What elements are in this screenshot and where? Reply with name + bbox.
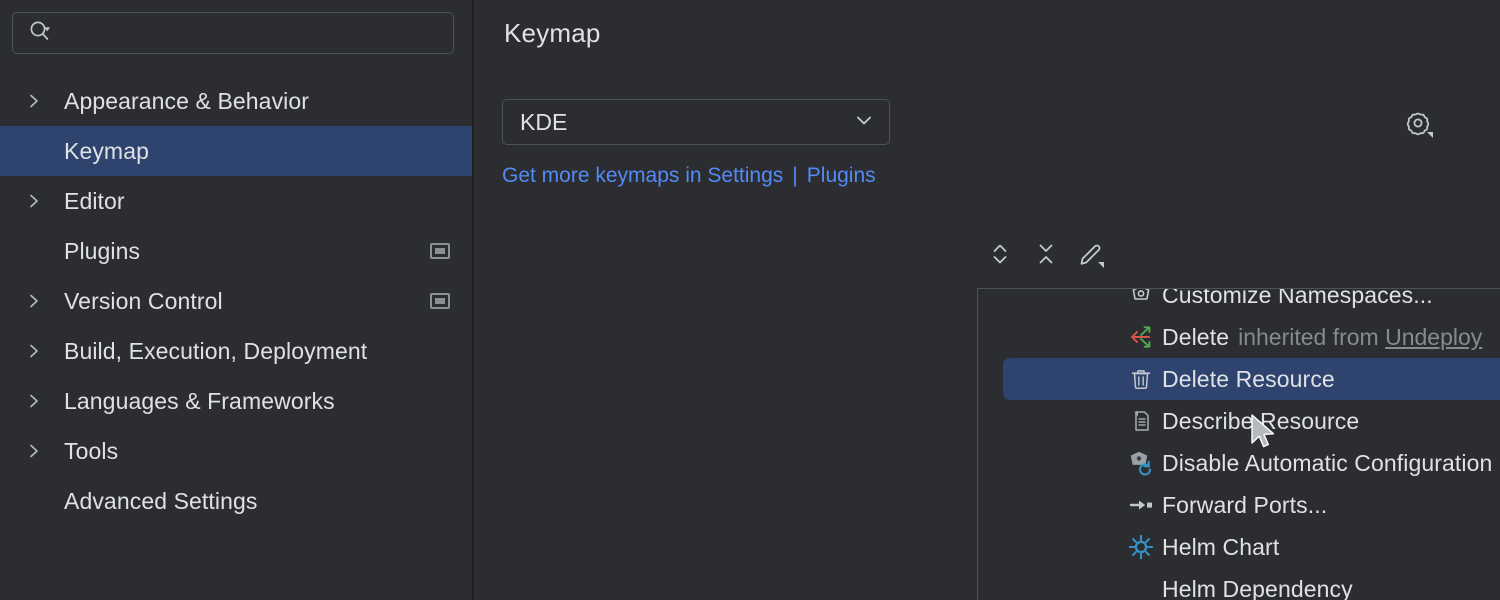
list-item[interactable]: Delete inherited from Undeploy [978, 316, 1500, 358]
undeploy-arrows-icon [1128, 324, 1154, 350]
sidebar-item-languages-frameworks[interactable]: Languages & Frameworks [0, 376, 472, 426]
collapse-all-icon [1032, 240, 1060, 273]
list-item-label: Delete [1162, 324, 1229, 351]
page-title: Keymap [504, 18, 601, 49]
pencil-icon [1077, 239, 1107, 274]
list-item[interactable]: Disable Automatic Configuration Reloadin… [978, 442, 1500, 484]
sidebar-item-label: Editor [64, 188, 125, 215]
keymap-actions-list[interactable]: Customize Namespaces... Delete [977, 288, 1500, 600]
chevron-down-icon[interactable] [853, 109, 875, 136]
sidebar-search-input[interactable] [63, 22, 433, 45]
sidebar-search-box[interactable] [12, 12, 454, 54]
link-separator: | [792, 164, 797, 188]
list-item-label: Disable Automatic Configuration Reloadin… [1162, 450, 1500, 477]
get-more-keymaps-link[interactable]: Get more keymaps in Settings [502, 164, 783, 188]
list-item[interactable]: Describe Resource [978, 400, 1500, 442]
sidebar-item-version-control[interactable]: Version Control [0, 276, 472, 326]
sidebar-item-plugins[interactable]: Plugins [0, 226, 472, 276]
sidebar-item-label: Build, Execution, Deployment [64, 338, 367, 365]
keymap-toolbar [977, 232, 1500, 280]
sidebar-item-label: Plugins [64, 238, 140, 265]
trash-icon [1128, 366, 1154, 392]
sidebar-item-label: Appearance & Behavior [64, 88, 309, 115]
list-item-label: Delete Resource [1162, 366, 1335, 393]
list-item-label: Helm Chart [1162, 534, 1279, 561]
list-scroll-content: Customize Namespaces... Delete [978, 288, 1500, 600]
panel-divider[interactable] [472, 0, 474, 600]
helm-chart-icon [1128, 534, 1154, 560]
plugins-link[interactable]: Plugins [807, 164, 876, 188]
list-item-inherited-note: inherited from Undeploy [1238, 324, 1482, 351]
inherited-prefix: inherited from [1238, 324, 1379, 350]
expand-collapse-icon [986, 240, 1014, 273]
sidebar-item-editor[interactable]: Editor [0, 176, 472, 226]
namespace-gear-icon [1128, 288, 1154, 308]
list-item-label: Forward Ports... [1162, 492, 1327, 519]
keymap-settings-button[interactable] [1400, 105, 1436, 141]
list-item[interactable]: Forward Ports... [978, 484, 1500, 526]
edit-shortcut-button[interactable] [1069, 234, 1115, 278]
chevron-right-icon[interactable] [26, 193, 48, 209]
collapse-all-button[interactable] [1023, 234, 1069, 278]
no-icon-placeholder [1128, 576, 1154, 600]
sidebar-item-tools[interactable]: Tools [0, 426, 472, 476]
list-item-selected[interactable]: Delete Resource [978, 358, 1500, 400]
chevron-right-icon[interactable] [26, 443, 48, 459]
sidebar-item-advanced-settings[interactable]: Advanced Settings [0, 476, 472, 526]
search-icon [27, 18, 53, 49]
keymap-select-value: KDE [520, 109, 567, 136]
list-item-label: Customize Namespaces... [1162, 288, 1433, 309]
project-level-settings-icon [430, 293, 450, 309]
keymap-panel: Keymap KDE Get more keymaps in Settings … [472, 0, 1500, 600]
list-item-label: Describe Resource [1162, 408, 1359, 435]
settings-tree: Appearance & Behavior Keymap Editor Plug… [0, 76, 472, 526]
sidebar-item-label: Tools [64, 438, 118, 465]
sidebar-item-label: Languages & Frameworks [64, 388, 335, 415]
chevron-right-icon[interactable] [26, 293, 48, 309]
sidebar-item-appearance-behavior[interactable]: Appearance & Behavior [0, 76, 472, 126]
sidebar-item-label: Advanced Settings [64, 488, 258, 515]
list-item[interactable]: Helm Chart [978, 526, 1500, 568]
inherited-source-link[interactable]: Undeploy [1385, 324, 1482, 350]
chevron-right-icon[interactable] [26, 343, 48, 359]
keymap-links: Get more keymaps in Settings | Plugins [502, 164, 876, 188]
list-item[interactable]: Helm Dependency [978, 568, 1500, 600]
document-icon [1128, 408, 1154, 434]
forward-ports-icon [1128, 492, 1154, 518]
settings-sidebar: Appearance & Behavior Keymap Editor Plug… [0, 0, 472, 600]
sidebar-item-label: Keymap [64, 138, 149, 165]
sidebar-item-build-execution-deployment[interactable]: Build, Execution, Deployment [0, 326, 472, 376]
settings-dialog: Appearance & Behavior Keymap Editor Plug… [0, 0, 1500, 600]
chevron-right-icon[interactable] [26, 393, 48, 409]
chevron-right-icon[interactable] [26, 93, 48, 109]
kubernetes-refresh-icon [1128, 450, 1154, 476]
keymap-select[interactable]: KDE [502, 99, 890, 145]
list-item[interactable]: Customize Namespaces... [978, 288, 1500, 316]
project-level-settings-icon [430, 243, 450, 259]
expand-collapse-button[interactable] [977, 234, 1023, 278]
list-item-label: Helm Dependency [1162, 576, 1353, 600]
sidebar-item-keymap[interactable]: Keymap [0, 126, 472, 176]
sidebar-item-label: Version Control [64, 288, 223, 315]
